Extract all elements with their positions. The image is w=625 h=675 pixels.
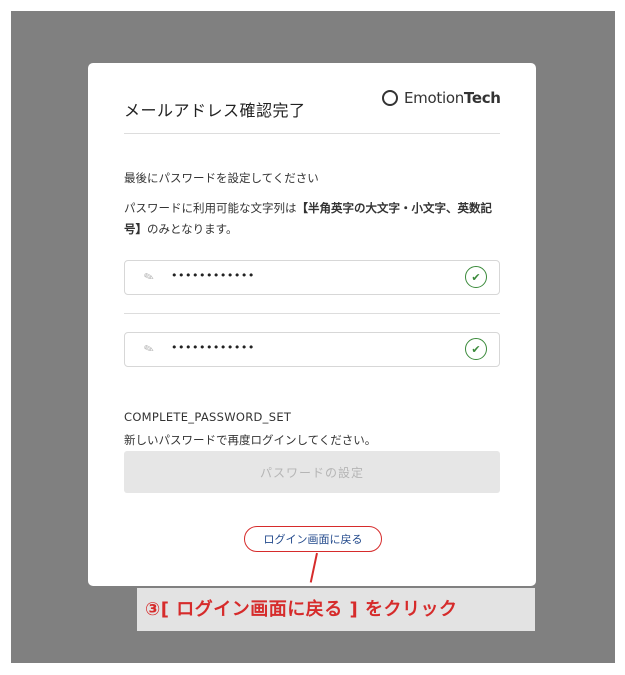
divider <box>124 133 500 134</box>
instruction-callout: ③[ ログイン画面に戻る ] をクリック <box>137 588 535 631</box>
status-code: COMPLETE_PASSWORD_SET <box>124 410 292 424</box>
back-to-login-link[interactable]: ログイン画面に戻る <box>244 526 382 552</box>
divider <box>124 313 500 314</box>
check-circle-icon: ✔ <box>465 338 487 360</box>
logo-ring-icon <box>382 90 398 106</box>
password-input[interactable]: ✎ •••••••••••• ✔ <box>124 260 500 295</box>
check-circle-icon: ✔ <box>465 266 487 288</box>
callout-text: ③[ ログイン画面に戻る ] をクリック <box>145 599 458 620</box>
set-password-button[interactable]: パスワードの設定 <box>124 451 500 493</box>
password-value: •••••••••••• <box>171 269 255 282</box>
pencil-icon: ✎ <box>141 268 157 286</box>
password-rule-text: パスワードに利用可能な文字列は【半角英字の大文字・小文字、英数記号】のみとなりま… <box>124 201 492 236</box>
instruction-text: 最後にパスワードを設定してください <box>124 171 319 185</box>
pencil-icon: ✎ <box>141 340 157 358</box>
password-confirm-value: •••••••••••• <box>171 341 255 354</box>
emotiontech-logo: EmotionTech <box>382 89 501 107</box>
dialog-title: メールアドレス確認完了 <box>124 101 306 120</box>
password-confirm-input[interactable]: ✎ •••••••••••• ✔ <box>124 332 500 367</box>
status-message: 新しいパスワードで再度ログインしてください。 <box>124 433 377 447</box>
password-set-dialog: メールアドレス確認完了 EmotionTech 最後にパスワードを設定してくださ… <box>88 63 536 586</box>
